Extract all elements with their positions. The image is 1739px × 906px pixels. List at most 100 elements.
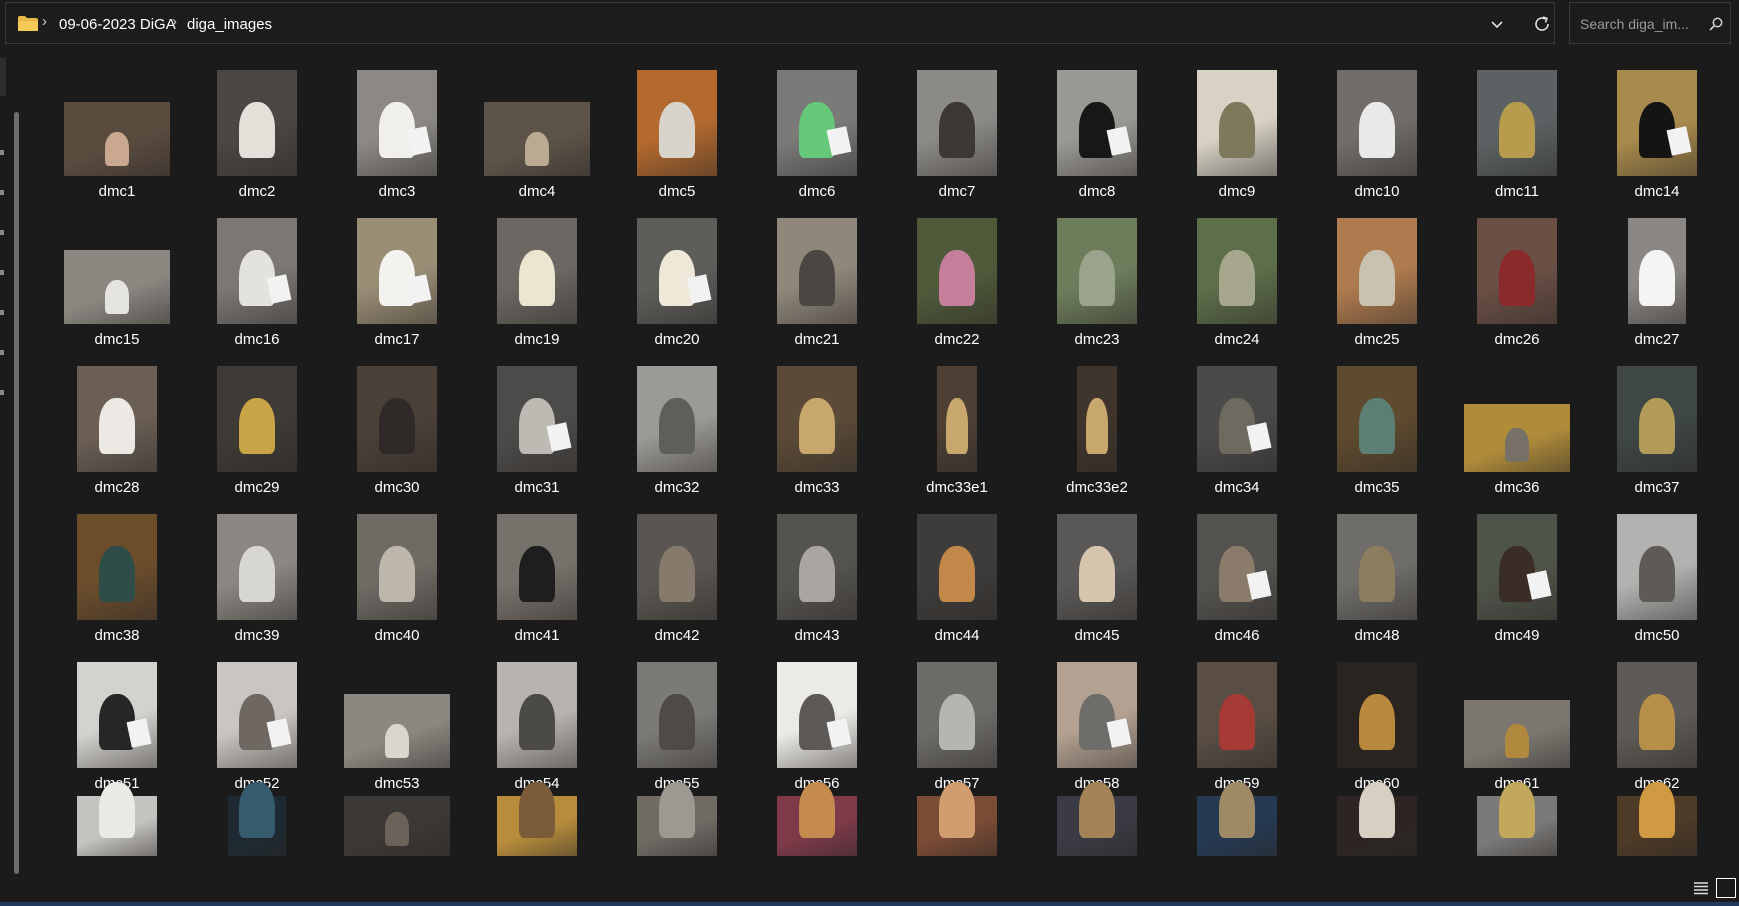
file-item[interactable]: dmc9 <box>1168 56 1306 202</box>
file-item[interactable]: dmc41 <box>468 500 606 646</box>
file-item[interactable]: dmc34 <box>1168 352 1306 498</box>
breadcrumb-item-parent[interactable]: 09-06-2023 DiGA <box>59 16 176 33</box>
thumbnail-subject <box>939 546 975 602</box>
file-item[interactable] <box>468 782 606 874</box>
file-item[interactable] <box>1168 782 1306 874</box>
image-thumbnail <box>1337 218 1417 324</box>
file-item[interactable]: dmc42 <box>608 500 746 646</box>
file-item[interactable]: dmc54 <box>468 648 606 794</box>
file-item[interactable] <box>1308 782 1446 874</box>
file-item[interactable]: dmc27 <box>1588 204 1726 350</box>
image-thumbnail <box>357 70 437 176</box>
file-name-label: dmc49 <box>1494 627 1540 644</box>
file-item[interactable]: dmc61 <box>1448 648 1586 794</box>
file-item[interactable]: dmc16 <box>188 204 326 350</box>
file-item[interactable]: dmc20 <box>608 204 746 350</box>
file-item[interactable]: dmc1 <box>48 56 186 202</box>
nav-expand-icon[interactable] <box>0 390 4 395</box>
file-item[interactable] <box>888 782 1026 874</box>
file-item[interactable]: dmc45 <box>1028 500 1166 646</box>
nav-expand-icon[interactable] <box>0 230 4 235</box>
file-item[interactable]: dmc2 <box>188 56 326 202</box>
file-item[interactable]: dmc60 <box>1308 648 1446 794</box>
file-item[interactable]: dmc44 <box>888 500 1026 646</box>
file-item[interactable]: dmc10 <box>1308 56 1446 202</box>
file-item[interactable]: dmc59 <box>1168 648 1306 794</box>
file-item[interactable]: dmc5 <box>608 56 746 202</box>
nav-expand-icon[interactable] <box>0 190 4 195</box>
nav-selected-item[interactable] <box>0 58 6 96</box>
breadcrumb-item-current[interactable]: diga_images <box>187 16 272 33</box>
nav-scrollbar[interactable] <box>14 112 19 874</box>
file-item[interactable]: dmc29 <box>188 352 326 498</box>
details-view-icon[interactable] <box>1692 879 1710 897</box>
thumbnail-subject <box>105 280 129 314</box>
file-item[interactable]: dmc32 <box>608 352 746 498</box>
chevron-right-icon[interactable]: › <box>172 13 177 30</box>
file-name-label: dmc14 <box>1634 183 1680 200</box>
file-item[interactable] <box>188 782 326 874</box>
file-item[interactable]: dmc37 <box>1588 352 1726 498</box>
large-icons-view-icon[interactable] <box>1716 878 1736 898</box>
file-item[interactable]: dmc21 <box>748 204 886 350</box>
nav-expand-icon[interactable] <box>0 150 4 155</box>
file-item[interactable]: dmc52 <box>188 648 326 794</box>
file-item[interactable] <box>1588 782 1726 874</box>
file-item[interactable]: dmc38 <box>48 500 186 646</box>
file-item[interactable]: dmc15 <box>48 204 186 350</box>
file-item[interactable]: dmc26 <box>1448 204 1586 350</box>
file-item[interactable]: dmc56 <box>748 648 886 794</box>
file-item[interactable]: dmc8 <box>1028 56 1166 202</box>
nav-expand-icon[interactable] <box>0 350 4 355</box>
file-item[interactable]: dmc40 <box>328 500 466 646</box>
file-item[interactable]: dmc3 <box>328 56 466 202</box>
file-item[interactable] <box>328 796 466 874</box>
nav-expand-icon[interactable] <box>0 310 4 315</box>
file-item[interactable]: dmc43 <box>748 500 886 646</box>
search-box[interactable] <box>1569 2 1731 44</box>
file-item[interactable]: dmc11 <box>1448 56 1586 202</box>
file-item[interactable]: dmc14 <box>1588 56 1726 202</box>
refresh-icon[interactable] <box>1532 14 1552 34</box>
file-item[interactable] <box>608 782 746 874</box>
file-item[interactable]: dmc35 <box>1308 352 1446 498</box>
file-item[interactable]: dmc57 <box>888 648 1026 794</box>
file-item[interactable] <box>48 782 186 874</box>
file-item[interactable]: dmc53 <box>328 648 466 794</box>
file-item[interactable]: dmc33e1 <box>888 352 1026 498</box>
search-icon[interactable] <box>1708 16 1724 32</box>
chevron-down-icon[interactable] <box>1489 16 1505 32</box>
search-input[interactable] <box>1578 13 1706 35</box>
file-item[interactable]: dmc33e2 <box>1028 352 1166 498</box>
file-item[interactable]: dmc46 <box>1168 500 1306 646</box>
image-thumbnail <box>637 514 717 620</box>
file-item[interactable]: dmc25 <box>1308 204 1446 350</box>
file-item[interactable]: dmc36 <box>1448 352 1586 498</box>
file-item[interactable]: dmc58 <box>1028 648 1166 794</box>
file-item[interactable]: dmc62 <box>1588 648 1726 794</box>
file-item[interactable]: dmc30 <box>328 352 466 498</box>
file-item[interactable]: dmc55 <box>608 648 746 794</box>
file-item[interactable]: dmc48 <box>1308 500 1446 646</box>
file-item[interactable]: dmc39 <box>188 500 326 646</box>
file-item[interactable]: dmc4 <box>468 56 606 202</box>
file-item[interactable]: dmc33 <box>748 352 886 498</box>
file-item[interactable]: dmc23 <box>1028 204 1166 350</box>
file-item[interactable] <box>748 782 886 874</box>
nav-expand-icon[interactable] <box>0 270 4 275</box>
file-item[interactable]: dmc7 <box>888 56 1026 202</box>
file-item[interactable] <box>1028 782 1166 874</box>
file-item[interactable]: dmc22 <box>888 204 1026 350</box>
file-item[interactable]: dmc28 <box>48 352 186 498</box>
file-item[interactable]: dmc50 <box>1588 500 1726 646</box>
file-item[interactable] <box>1448 782 1586 874</box>
file-item[interactable]: dmc19 <box>468 204 606 350</box>
address-bar[interactable]: › 09-06-2023 DiGA › diga_images <box>5 2 1555 44</box>
file-item[interactable]: dmc6 <box>748 56 886 202</box>
image-thumbnail <box>777 366 857 472</box>
file-item[interactable]: dmc49 <box>1448 500 1586 646</box>
file-item[interactable]: dmc17 <box>328 204 466 350</box>
file-item[interactable]: dmc51 <box>48 648 186 794</box>
file-item[interactable]: dmc31 <box>468 352 606 498</box>
file-item[interactable]: dmc24 <box>1168 204 1306 350</box>
